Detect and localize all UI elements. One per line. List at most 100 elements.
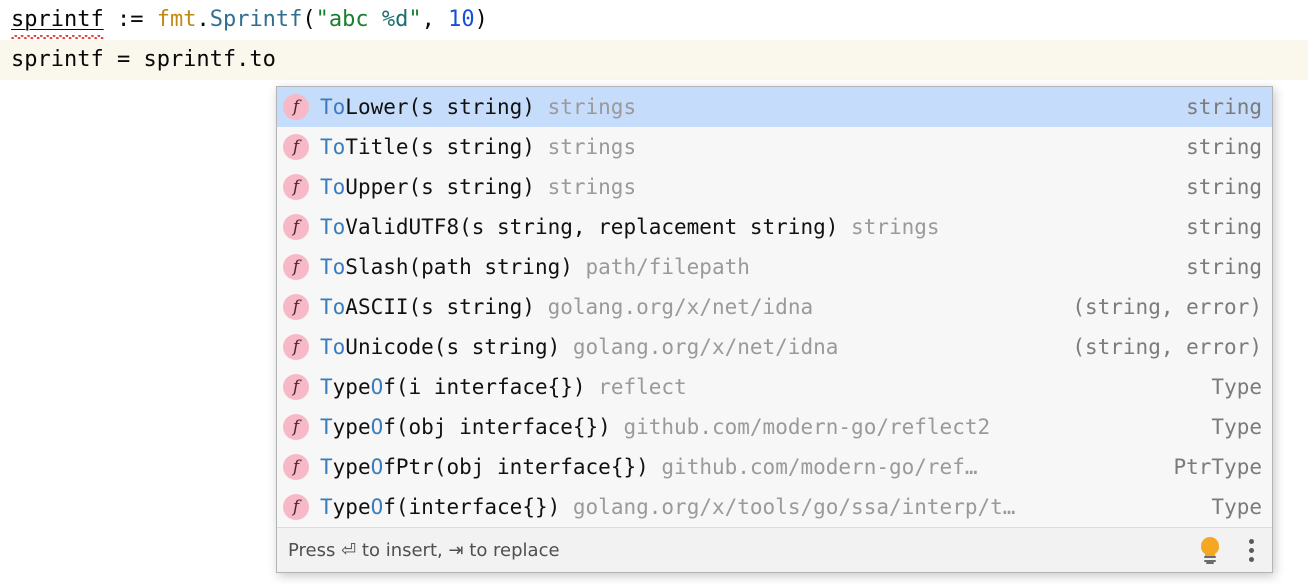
code-token: := xyxy=(103,7,157,32)
package-text: golang.org/x/net/idna xyxy=(560,335,839,359)
signature-text: f(i interface{}) xyxy=(383,375,586,399)
matched-char: O xyxy=(370,375,384,399)
matched-prefix: To xyxy=(320,95,346,119)
matched-prefix: T xyxy=(320,455,333,479)
completion-item-type: Type xyxy=(1211,415,1262,439)
matched-char: O xyxy=(370,495,384,519)
package-text: golang.org/x/tools/go/ssa/interp/t… xyxy=(560,495,1016,519)
code-lines: sprintf := fmt.Sprintf("abc %d", 10) spri… xyxy=(0,0,1308,80)
completion-item-type: string xyxy=(1186,135,1262,159)
signature-text: f(obj interface{}) xyxy=(383,415,611,439)
package-text: github.com/modern-go/ref… xyxy=(648,455,978,479)
function-icon: f xyxy=(283,334,309,360)
completion-item-type: (string, error) xyxy=(1072,295,1262,319)
function-icon: f xyxy=(283,134,309,160)
completion-item-type: Type xyxy=(1211,375,1262,399)
lightbulb-icon[interactable] xyxy=(1198,537,1222,564)
code-token: 10 xyxy=(448,7,475,32)
completion-item-type: string xyxy=(1186,215,1262,239)
signature-text: Lower(s string) xyxy=(345,95,535,119)
completion-item-signature: TypeOf(interface{}) golang.org/x/tools/g… xyxy=(320,495,1193,519)
signature-text: Unicode(s string) xyxy=(345,335,561,359)
package-text: golang.org/x/net/idna xyxy=(534,295,814,319)
completion-item[interactable]: f ToSlash(path string) path/filepath strin… xyxy=(277,247,1272,287)
completion-item-signature: ToSlash(path string) path/filepath xyxy=(320,255,1168,279)
completion-item-signature: ToLower(s string) strings xyxy=(320,95,1168,119)
matched-char: O xyxy=(370,415,384,439)
matched-prefix: To xyxy=(320,255,346,279)
completion-item[interactable]: f ToUpper(s string) strings string xyxy=(277,167,1272,207)
code-token: sprintf = sprintf.to xyxy=(11,47,276,72)
matched-prefix: To xyxy=(320,215,346,239)
package-text: reflect xyxy=(585,375,687,399)
code-token: fmt xyxy=(156,7,197,32)
package-text: strings xyxy=(534,135,637,159)
error-token: sprintf xyxy=(11,0,104,40)
function-icon: f xyxy=(283,494,309,520)
completion-item-type: (string, error) xyxy=(1072,335,1262,359)
signature-text: ValidUTF8(s string, replacement string) xyxy=(345,215,839,239)
completion-item[interactable]: f TypeOf(interface{}) golang.org/x/tools/… xyxy=(277,487,1272,527)
completion-item[interactable]: f ToValidUTF8(s string, replacement strin… xyxy=(277,207,1272,247)
code-token: Sprintf xyxy=(209,7,303,32)
signature-text: ASCII(s string) xyxy=(345,295,535,319)
completion-item-type: string xyxy=(1186,95,1262,119)
completion-hint-text: Press ⏎ to insert, ⇥ to replace xyxy=(288,539,560,561)
code-token: %d xyxy=(381,7,409,32)
completion-item-type: Type xyxy=(1211,495,1262,519)
completion-footer: Press ⏎ to insert, ⇥ to replace xyxy=(277,527,1272,572)
matched-char: O xyxy=(370,455,384,479)
function-icon: f xyxy=(283,214,309,240)
completion-item[interactable]: f ToASCII(s string) golang.org/x/net/idna… xyxy=(277,287,1272,327)
completion-item[interactable]: f ToTitle(s string) strings string xyxy=(277,127,1272,167)
signature-text: Slash(path string) xyxy=(345,255,573,279)
signature-text: f(interface{}) xyxy=(383,495,561,519)
code-token: " xyxy=(408,7,422,32)
kebab-menu-icon[interactable] xyxy=(1242,538,1260,562)
code-token: , xyxy=(421,7,449,32)
signature-text: ype xyxy=(332,495,371,519)
function-icon: f xyxy=(283,454,309,480)
package-text: github.com/modern-go/reflect2 xyxy=(610,415,991,439)
completion-item[interactable]: f TypeOfPtr(obj interface{}) github.com/m… xyxy=(277,447,1272,487)
code-token: sprintf xyxy=(11,7,104,32)
signature-text: Upper(s string) xyxy=(345,175,535,199)
function-icon: f xyxy=(283,94,309,120)
function-icon: f xyxy=(283,294,309,320)
completion-item-type: string xyxy=(1186,255,1262,279)
completion-item-signature: ToUpper(s string) strings xyxy=(320,175,1168,199)
function-icon: f xyxy=(283,414,309,440)
completion-scrollbar[interactable] xyxy=(1267,87,1271,527)
function-icon: f xyxy=(283,174,309,200)
completion-item-signature: ToASCII(s string) golang.org/x/net/idna xyxy=(320,295,1054,319)
completion-item-signature: ToTitle(s string) strings xyxy=(320,135,1168,159)
completion-item-signature: ToValidUTF8(s string, replacement string… xyxy=(320,215,1168,239)
completion-item[interactable]: f TypeOf(i interface{}) reflect Type xyxy=(277,367,1272,407)
function-icon: f xyxy=(283,374,309,400)
signature-text: ype xyxy=(332,375,371,399)
completion-item-type: string xyxy=(1186,175,1262,199)
completion-item-signature: TypeOfPtr(obj interface{}) github.com/mo… xyxy=(320,455,1155,479)
package-text: strings xyxy=(534,95,637,119)
code-line-2[interactable]: sprintf = sprintf.to xyxy=(0,40,1308,80)
package-text: strings xyxy=(534,175,637,199)
code-token: "abc xyxy=(315,7,382,32)
completion-item-type: PtrType xyxy=(1173,455,1262,479)
code-line-1[interactable]: sprintf := fmt.Sprintf("abc %d", 10) xyxy=(0,0,1308,40)
code-completion-popup[interactable]: f ToLower(s string) strings string f ToTitle… xyxy=(276,86,1273,573)
completion-item-signature: TypeOf(obj interface{}) github.com/moder… xyxy=(320,415,1193,439)
matched-prefix: To xyxy=(320,175,346,199)
function-icon: f xyxy=(283,254,309,280)
completion-item[interactable]: f ToLower(s string) strings string xyxy=(277,87,1272,127)
matched-prefix: T xyxy=(320,375,333,399)
completion-item[interactable]: f TypeOf(obj interface{}) github.com/mode… xyxy=(277,407,1272,447)
matched-prefix: T xyxy=(320,415,333,439)
matched-prefix: To xyxy=(320,335,346,359)
package-text: path/filepath xyxy=(572,255,750,279)
completion-list[interactable]: f ToLower(s string) strings string f ToTitle… xyxy=(277,87,1272,527)
completion-item[interactable]: f ToUnicode(s string) golang.org/x/net/id… xyxy=(277,327,1272,367)
code-token: . xyxy=(196,7,210,32)
matched-prefix: To xyxy=(320,295,346,319)
signature-text: ype xyxy=(332,415,371,439)
error-squiggle xyxy=(11,35,104,39)
